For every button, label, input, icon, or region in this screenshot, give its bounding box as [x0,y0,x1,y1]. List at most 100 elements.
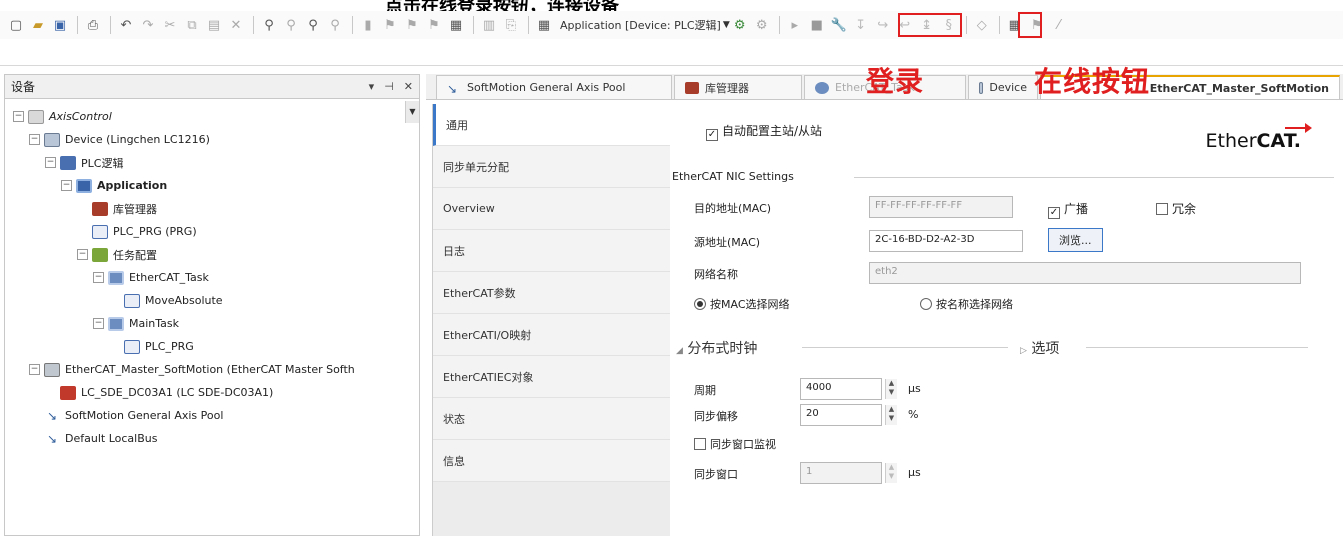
tree-item[interactable]: MoveAbsolute [5,289,419,312]
tree-item[interactable]: − EtherCAT_Task [5,266,419,289]
active-application-selector[interactable]: Application [Device: PLC逻辑] [560,17,721,33]
tree-item[interactable]: LC_SDE_DC03A1 (LC SDE-DC03A1) [5,381,419,404]
redo-icon[interactable]: ↷ [138,15,158,35]
vtab-io-mapping[interactable]: EtherCATI/O映射 [433,314,670,356]
redundant-checkbox[interactable]: 冗余 [1156,200,1196,217]
radio-selected[interactable] [694,298,706,310]
sync-window-spinner[interactable]: ▲ ▼ [885,463,897,483]
sync-offset-field[interactable]: 20 [800,404,882,426]
tree-item[interactable]: − Device (Lingchen LC1216) [5,128,419,151]
tab-library-manager[interactable]: 库管理器 [674,75,802,99]
collapse-toggle-icon[interactable]: − [93,272,104,283]
collapse-toggle-icon[interactable]: − [77,249,88,260]
vtab-iec-objects[interactable]: EtherCATIEC对象 [433,356,670,398]
tab-axis-pool[interactable]: ↘ SoftMotion General Axis Pool [436,75,672,99]
step-over-icon[interactable]: ↧ [851,15,871,35]
calendar-icon[interactable]: ▦ [534,15,554,35]
select-by-name-radio[interactable]: 按名称选择网络 [920,296,1013,312]
online-config-wrench-icon[interactable]: 🔧 [829,15,849,35]
collapse-toggle-icon[interactable]: − [29,134,40,145]
distributed-clock-section[interactable]: ◢ 分布式时钟 [676,338,757,358]
bookmark-next-icon[interactable]: ⚑ [380,15,400,35]
pin-icon[interactable]: ⊣ [384,80,394,93]
print-icon[interactable]: ⎙ [83,15,103,35]
checkbox-unchecked[interactable] [694,438,706,450]
save-icon[interactable]: ▣ [50,15,70,35]
vtab-overview[interactable]: Overview [433,188,670,230]
tree-item[interactable]: ↘ Default LocalBus [5,427,419,450]
undo-icon[interactable]: ↶ [116,15,136,35]
options-section[interactable]: ▷ 选项 [1020,338,1059,358]
tree-item[interactable]: − AxisControl [5,105,419,128]
step-into-icon[interactable]: ↪ [873,15,893,35]
tree-item[interactable]: − MainTask [5,312,419,335]
collapse-toggle-icon[interactable]: − [13,111,24,122]
compile-icon[interactable]: ▥ [479,15,499,35]
copy-icon[interactable]: ⧉ [182,15,202,35]
bookmark-icon[interactable]: ▮ [358,15,378,35]
broadcast-checkbox[interactable]: ✓ 广播 [1048,200,1088,219]
tab-device[interactable]: Device [968,75,1038,99]
collapse-toggle-icon[interactable]: − [93,318,104,329]
trace-icon[interactable]: ⁄ [1049,15,1069,35]
bookmark-clear-icon[interactable]: ⚑ [424,15,444,35]
login-icon[interactable]: ⚙ [730,15,750,35]
checkbox-unchecked[interactable] [1156,203,1168,215]
checkbox-checked[interactable]: ✓ [706,129,718,141]
cycle-spinner[interactable]: ▲ ▼ [885,379,897,399]
start-icon[interactable]: ▸ [785,15,805,35]
sync-offset-spinner[interactable]: ▲ ▼ [885,405,897,425]
build-icon[interactable]: ▦ [446,15,466,35]
stop-icon[interactable]: ■ [807,15,827,35]
find-next-icon[interactable]: ⚲ [281,15,301,35]
find-icon[interactable]: ⚲ [259,15,279,35]
collapse-toggle-icon[interactable]: − [45,157,56,168]
radio-unselected[interactable] [920,298,932,310]
open-project-icon[interactable]: ▰ [28,15,48,35]
network-name-label: 网络名称 [694,268,738,281]
collapse-toggle-icon[interactable]: − [29,364,40,375]
tree-item[interactable]: ↘ SoftMotion General Axis Pool [5,404,419,427]
sync-window-monitor-checkbox[interactable]: 同步窗口监视 [694,436,776,452]
tree-item[interactable]: PLC_PRG [5,335,419,358]
collapse-toggle-icon[interactable]: − [61,180,72,191]
tree-item[interactable]: − Application [5,174,419,197]
auto-config-checkbox[interactable]: ✓ 自动配置主站/从站 [706,122,822,141]
tree-item-label: 库管理器 [113,202,157,216]
close-icon[interactable]: ✕ [404,80,413,93]
replace-all-icon[interactable]: ⚲ [325,15,345,35]
generate-code-icon[interactable]: ⎘ [501,15,521,35]
tree-item[interactable]: − EtherCAT_Master_SoftMotion (EtherCAT Ma… [5,358,419,381]
dest-mac-field[interactable]: FF-FF-FF-FF-FF-FF [869,196,1013,218]
checkbox-checked[interactable]: ✓ [1048,207,1060,219]
bookmark-prev-icon[interactable]: ⚑ [402,15,422,35]
tree-item[interactable]: − PLC逻辑 [5,151,419,174]
logout-icon[interactable]: ⚙ [752,15,772,35]
src-mac-field[interactable]: 2C-16-BD-D2-A2-3D [869,230,1023,252]
tree-item[interactable]: PLC_PRG (PRG) [5,220,419,243]
tree-dropdown-button[interactable]: ▼ [405,101,419,123]
new-project-icon[interactable]: ▢ [6,15,26,35]
panel-menu-icon[interactable]: ▾ [369,80,375,93]
paste-icon[interactable]: ▤ [204,15,224,35]
vtab-status[interactable]: 状态 [433,398,670,440]
cycle-field[interactable]: 4000 [800,378,882,400]
chevron-down-icon[interactable]: ▼ [723,20,730,30]
browse-button[interactable]: 浏览... [1048,228,1103,252]
vtab-sync-unit[interactable]: 同步单元分配 [433,146,670,188]
select-by-mac-radio[interactable]: 按MAC选择网络 [694,296,790,312]
vtab-general[interactable]: 通用 [433,104,670,146]
tree-item[interactable]: − 任务配置 [5,243,419,266]
vtab-ethercat-params[interactable]: EtherCAT参数 [433,272,670,314]
replace-icon[interactable]: ⚲ [303,15,323,35]
vtab-log[interactable]: 日志 [433,230,670,272]
vtab-info[interactable]: 信息 [433,440,670,482]
general-settings-content: ✓ 自动配置主站/从站 EtherCAT. EtherCAT NIC Settin… [672,104,1343,536]
cut-icon[interactable]: ✂ [160,15,180,35]
network-name-field[interactable]: eth2 [869,262,1301,284]
tree-item-label: EtherCAT_Master_SoftMotion (EtherCAT Mas… [65,363,355,376]
delete-icon[interactable]: ✕ [226,15,246,35]
sync-window-field[interactable]: 1 [800,462,882,484]
tree-item[interactable]: 库管理器 [5,197,419,220]
watch-icon[interactable]: ◇ [972,15,992,35]
